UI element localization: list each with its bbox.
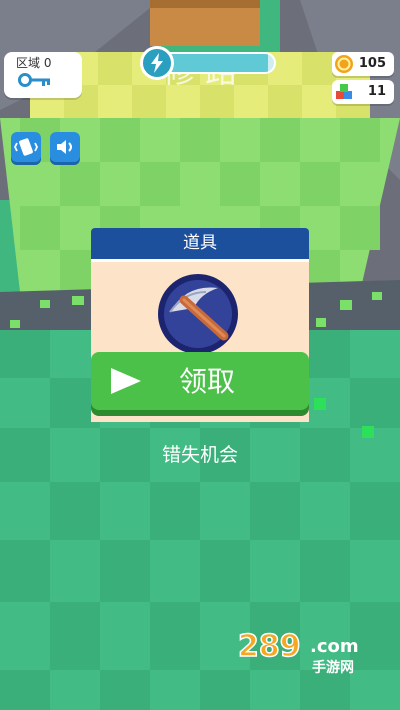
speaker-icon	[57, 140, 72, 154]
coin-count: 105	[358, 56, 386, 71]
key-icon	[18, 73, 50, 87]
dialog-title: 道具	[91, 228, 309, 262]
pickaxe-icon	[158, 274, 238, 354]
claim-label: 领取	[179, 365, 236, 398]
play-icon	[111, 368, 141, 394]
zone-label: 区域 0	[16, 56, 52, 70]
zone-indicator: 区域 0	[4, 52, 82, 98]
gem-count: 11	[367, 84, 386, 99]
svg-text:289: 289	[238, 629, 301, 664]
gem-cubes-icon	[336, 84, 352, 99]
svg-text:.com: .com	[310, 636, 359, 657]
energy-bar	[140, 46, 280, 80]
gem-counter: 11	[332, 80, 394, 104]
claim-button[interactable]: 领取	[91, 352, 309, 410]
vibration-button[interactable]	[11, 132, 41, 162]
svg-text:手游网: 手游网	[312, 659, 354, 676]
vibration-icon	[13, 138, 39, 156]
coin-counter: 105	[332, 52, 394, 76]
miss-opportunity-button[interactable]: 错失机会	[0, 440, 400, 467]
coin-icon	[335, 55, 353, 73]
lightning-icon	[140, 46, 174, 80]
sound-button[interactable]	[50, 132, 80, 162]
watermark-logo: 289 .com 手游网	[238, 628, 359, 676]
